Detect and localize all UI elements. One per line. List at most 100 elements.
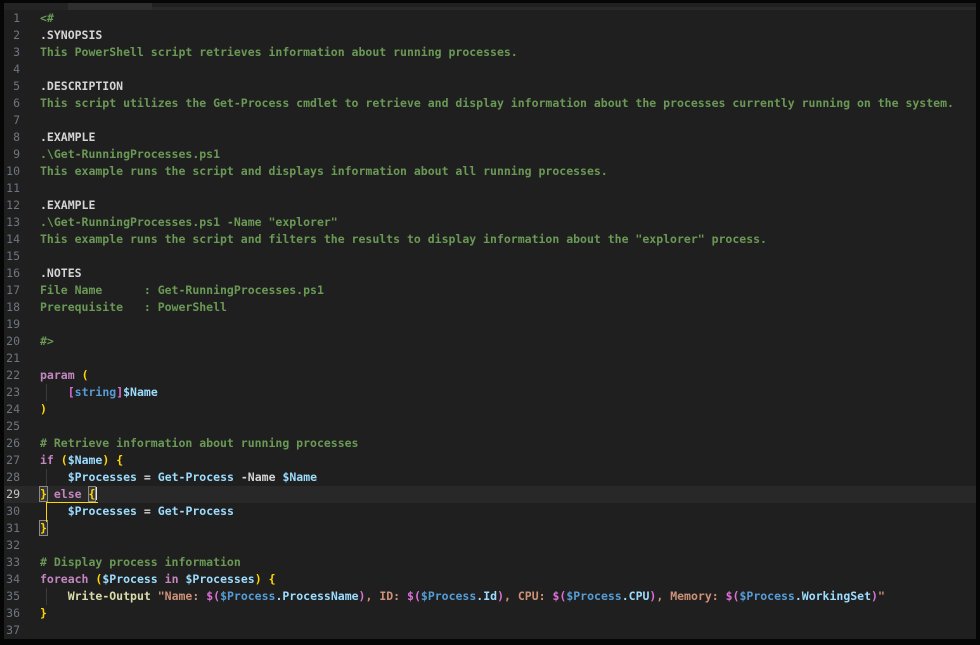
code-text[interactable]: } else { — [40, 486, 97, 503]
code-line[interactable]: 8 .EXAMPLE — [4, 129, 976, 146]
line-number[interactable]: 23 — [4, 384, 20, 401]
code-text[interactable]: This example runs the script and filters… — [40, 231, 767, 248]
line-number[interactable]: 9 — [4, 146, 20, 163]
code-text[interactable]: # Retrieve information about running pro… — [40, 435, 359, 452]
code-text[interactable]: This script utilizes the Get-Process cmd… — [40, 95, 954, 112]
code-line[interactable]: 4 — [4, 61, 976, 78]
code-text[interactable]: $Processes = Get-Process -Name $Name — [40, 469, 317, 486]
line-number[interactable]: 28 — [4, 469, 20, 486]
code-line[interactable]: 33# Display process information — [4, 554, 976, 571]
line-number[interactable]: 13 — [4, 214, 20, 231]
code-line[interactable]: 5 .DESCRIPTION — [4, 78, 976, 95]
line-number[interactable]: 2 — [4, 27, 20, 44]
code-line[interactable]: 16 .NOTES — [4, 265, 976, 282]
code-line[interactable]: 10 This example runs the script and displ… — [4, 163, 976, 180]
line-number[interactable]: 27 — [4, 452, 20, 469]
code-text[interactable]: param ( — [40, 367, 89, 384]
code-text[interactable]: .\Get-RunningProcesses.ps1 -Name "explor… — [40, 214, 338, 231]
code-line[interactable]: 1 <# — [4, 10, 976, 27]
code-line[interactable]: 13 .\Get-RunningProcesses.ps1 -Name "expl… — [4, 214, 976, 231]
code-line[interactable]: 24) — [4, 401, 976, 418]
code-text[interactable]: .NOTES — [40, 265, 82, 282]
line-number[interactable]: 32 — [4, 537, 20, 554]
code-text[interactable]: .DESCRIPTION — [40, 78, 123, 95]
code-line[interactable]: 26 # Retrieve information about running p… — [4, 435, 976, 452]
code-text[interactable]: .EXAMPLE — [40, 197, 95, 214]
line-number[interactable]: 8 — [4, 129, 20, 146]
code-line[interactable]: 20 #> — [4, 333, 976, 350]
code-text[interactable]: .\Get-RunningProcesses.ps1 — [40, 146, 220, 163]
line-number[interactable]: 20 — [4, 333, 20, 350]
code-line[interactable]: 34 foreach ($Process in $Processes) { — [4, 571, 976, 588]
line-number[interactable]: 4 — [4, 61, 20, 78]
code-line[interactable]: 6 This script utilizes the Get-Process cm… — [4, 95, 976, 112]
code-line[interactable]: 2 .SYNOPSIS — [4, 27, 976, 44]
code-text[interactable]: This PowerShell script retrieves informa… — [40, 44, 518, 61]
line-number[interactable]: 3 — [4, 44, 20, 61]
code-line[interactable]: 36} — [4, 605, 976, 622]
code-text[interactable]: .EXAMPLE — [40, 129, 95, 146]
code-text[interactable]: ) — [40, 401, 47, 418]
code-line[interactable]: 9 .\Get-RunningProcesses.ps1 — [4, 146, 976, 163]
line-number[interactable]: 33 — [4, 554, 20, 571]
line-number[interactable]: 26 — [4, 435, 20, 452]
line-number[interactable]: 35 — [4, 588, 20, 605]
line-number[interactable]: 1 — [4, 10, 20, 27]
line-number[interactable]: 22 — [4, 367, 20, 384]
code-lines[interactable]: 1 <# 2 .SYNOPSIS 3 This PowerShell script ret… — [4, 10, 976, 639]
code-text[interactable]: #> — [40, 333, 54, 350]
line-number[interactable]: 17 — [4, 282, 20, 299]
code-line[interactable]: 11 — [4, 180, 976, 197]
code-line[interactable]: 30 $Processes = Get-Process — [4, 503, 976, 520]
code-text[interactable]: This example runs the script and display… — [40, 163, 608, 180]
code-line[interactable]: 15 — [4, 248, 976, 265]
line-number[interactable]: 21 — [4, 350, 20, 367]
line-number[interactable]: 10 — [4, 163, 20, 180]
line-number[interactable]: 12 — [4, 197, 20, 214]
line-number[interactable]: 15 — [4, 248, 20, 265]
code-line[interactable]: 21 — [4, 350, 976, 367]
code-line[interactable]: 25 — [4, 418, 976, 435]
code-line[interactable]: 7 — [4, 112, 976, 129]
code-line[interactable]: 23 [string]$Name — [4, 384, 976, 401]
line-number[interactable]: 5 — [4, 78, 20, 95]
line-number[interactable]: 36 — [4, 605, 20, 622]
code-line[interactable]: 22 param ( — [4, 367, 976, 384]
line-number[interactable]: 6 — [4, 95, 20, 112]
line-number[interactable]: 14 — [4, 231, 20, 248]
code-editor[interactable]: 1 <# 2 .SYNOPSIS 3 This PowerShell script ret… — [4, 3, 976, 639]
code-line[interactable]: 27 if ($Name) { — [4, 452, 976, 469]
line-number[interactable]: 37 — [4, 622, 20, 639]
code-text[interactable]: <# — [40, 10, 54, 27]
code-text[interactable]: $Processes = Get-Process — [40, 503, 234, 520]
line-number[interactable]: 30 — [4, 503, 20, 520]
line-number[interactable]: 19 — [4, 316, 20, 333]
code-line[interactable]: 35 Write-Output "Name: $($Process.Proces… — [4, 588, 976, 605]
code-text[interactable]: [string]$Name — [40, 384, 158, 401]
line-number[interactable]: 29 — [4, 486, 20, 503]
code-text[interactable]: foreach ($Process in $Processes) { — [40, 571, 276, 588]
code-line[interactable]: 18Prerequisite : PowerShell — [4, 299, 976, 316]
code-line[interactable]: 19 — [4, 316, 976, 333]
code-text[interactable]: } — [40, 520, 47, 537]
line-number[interactable]: 24 — [4, 401, 20, 418]
code-line[interactable]: 3 This PowerShell script retrieves inform… — [4, 44, 976, 61]
line-number[interactable]: 7 — [4, 112, 20, 129]
code-text[interactable]: } — [40, 605, 47, 622]
code-line[interactable]: 31} — [4, 520, 976, 537]
line-number[interactable]: 31 — [4, 520, 20, 537]
code-line[interactable]: 12 .EXAMPLE — [4, 197, 976, 214]
code-line[interactable]: 17 File Name : Get-RunningProcesses.ps1 — [4, 282, 976, 299]
code-line[interactable]: 28 $Processes = Get-Process -Name $Name — [4, 469, 976, 486]
code-text[interactable]: File Name : Get-RunningProcesses.ps1 — [40, 282, 324, 299]
code-text[interactable]: if ($Name) { — [40, 452, 123, 469]
code-line[interactable]: 32 — [4, 537, 976, 554]
code-line[interactable]: 37 — [4, 622, 976, 639]
line-number[interactable]: 25 — [4, 418, 20, 435]
code-line[interactable]: 14 This example runs the script and filte… — [4, 231, 976, 248]
line-number[interactable]: 16 — [4, 265, 20, 282]
code-text[interactable]: Prerequisite : PowerShell — [40, 299, 227, 316]
line-number[interactable]: 34 — [4, 571, 20, 588]
code-text[interactable]: .SYNOPSIS — [40, 27, 102, 44]
line-number[interactable]: 11 — [4, 180, 20, 197]
